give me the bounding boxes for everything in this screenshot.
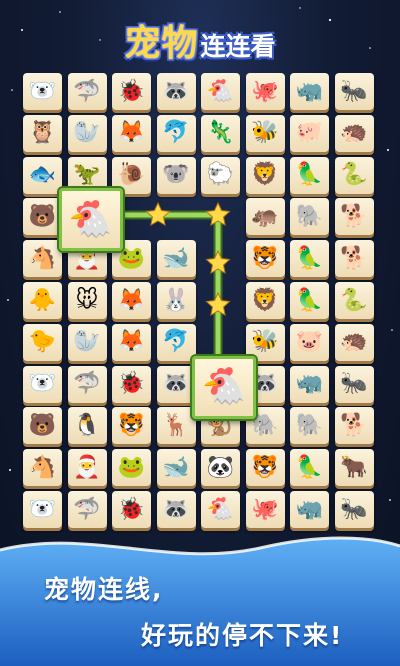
game-tile[interactable]: 🐕 — [334, 240, 374, 278]
game-tile[interactable]: 🐔 — [201, 491, 240, 528]
game-tile[interactable]: 🐸 — [112, 449, 151, 487]
game-tile[interactable]: 🐻 — [23, 198, 62, 236]
game-tile[interactable]: 🐼 — [201, 449, 240, 487]
title-main-text: 宠物 — [124, 23, 199, 64]
game-tile[interactable]: 🐂 — [334, 449, 374, 487]
game-tile[interactable]: 🐜 — [334, 73, 374, 110]
game-tile[interactable]: 🐔 — [201, 73, 240, 110]
game-tile[interactable]: 🐞 — [112, 365, 151, 403]
game-tile[interactable]: 🐷 — [290, 323, 329, 361]
game-board: 🐻‍❄️ 🦈 🐞 🦝 🐔 🐙 🦏 🐜 🦉 🦭 🦊 🐬 🦎 🐝 🐖 🦔 🐟 🦖 🐌 🐨 🐑 🦁 🦜 🐍 🐻 🐔 🦛 🐘 🐕 🐴 🎅 🐸 🐋 🐯 🦜 🐕 🐥… — [20, 71, 380, 531]
game-tile[interactable]: 🦈 — [67, 365, 107, 403]
title-sub-text: 连连看 — [200, 32, 276, 61]
game-tile[interactable]: 🐋 — [156, 449, 196, 487]
game-tile[interactable]: 🦔 — [334, 323, 374, 361]
game-tile[interactable]: 🦊 — [112, 114, 151, 152]
game-tile[interactable]: 🐻 — [23, 407, 62, 445]
game-tile[interactable]: 🐟 — [23, 156, 62, 194]
game-tile[interactable]: 🐍 — [334, 156, 374, 194]
caption-line-1: 宠物连线, — [44, 575, 164, 604]
game-tile[interactable]: 🦜 — [290, 240, 329, 278]
game-tile[interactable]: 🐻‍❄️ — [23, 365, 62, 403]
game-tile[interactable]: 🐻‍❄️ — [23, 73, 62, 110]
game-tile[interactable]: 🐕 — [334, 198, 374, 236]
game-tile[interactable]: 🐧 — [67, 407, 107, 445]
game-tile[interactable]: 🐬 — [156, 323, 196, 361]
game-tile[interactable]: 🎅 — [67, 449, 107, 487]
game-tile[interactable]: 🐖 — [290, 114, 329, 152]
game-tile[interactable]: 🦏 — [290, 73, 329, 110]
game-tile[interactable]: 🐰 — [156, 282, 196, 319]
game-tile[interactable]: 🐻‍❄️ — [23, 491, 62, 528]
game-tile[interactable]: 🐯 — [245, 449, 285, 487]
game-tile[interactable]: 🐍 — [334, 282, 374, 319]
selected-game-tile[interactable]: 🐔 — [58, 188, 123, 252]
game-tile[interactable]: 🐑 — [201, 156, 240, 194]
game-tile[interactable]: 🦭 — [67, 114, 107, 152]
game-tile[interactable]: 🐯 — [112, 407, 151, 445]
game-tile[interactable]: 🦭 — [67, 323, 107, 361]
game-tile[interactable]: 🦏 — [290, 491, 329, 528]
game-tile[interactable]: 🦜 — [290, 282, 329, 319]
game-tile[interactable]: 🐋 — [156, 240, 196, 278]
game-tile[interactable]: 🦈 — [67, 491, 107, 528]
game-tile[interactable]: 🦁 — [245, 156, 285, 194]
game-tile[interactable]: 🐭 — [67, 282, 107, 319]
game-tile[interactable]: 🐯 — [245, 240, 285, 278]
selected-game-tile[interactable]: 🐔 — [192, 355, 256, 419]
game-tile[interactable]: 🦊 — [112, 282, 151, 319]
game-tile[interactable]: 🐝 — [245, 114, 285, 152]
game-tile[interactable]: 🦝 — [156, 491, 196, 528]
game-tile[interactable]: 🦏 — [290, 365, 329, 403]
game-tile[interactable]: 🐙 — [245, 73, 285, 110]
game-tile[interactable]: 🦊 — [112, 323, 151, 361]
game-tile[interactable]: 🦔 — [334, 114, 374, 152]
game-tile[interactable]: 🐜 — [334, 365, 374, 403]
game-tile[interactable]: 🐬 — [156, 114, 196, 152]
game-tile[interactable]: 🦝 — [156, 73, 196, 110]
caption-line-2: 好玩的停不下来! — [141, 621, 344, 650]
game-tile[interactable]: 🦎 — [201, 114, 240, 152]
game-tile[interactable]: 🐞 — [112, 491, 151, 528]
game-tile[interactable]: 🐙 — [245, 491, 285, 528]
game-tile[interactable]: 🐘 — [290, 407, 329, 445]
game-tile[interactable]: 🐤 — [23, 323, 62, 361]
game-tile[interactable]: 🐜 — [334, 491, 374, 528]
game-tile[interactable]: 🐕 — [334, 407, 374, 445]
game-tile[interactable]: 🦉 — [23, 114, 62, 152]
game-tile[interactable]: 🦌 — [156, 407, 196, 445]
game-tile[interactable]: 🦛 — [245, 198, 285, 236]
game-tile[interactable]: 🦜 — [290, 449, 329, 487]
game-tile[interactable]: 🐴 — [23, 449, 62, 487]
game-title: 宠物连连看 — [0, 8, 400, 70]
game-tile[interactable]: 🐨 — [156, 156, 196, 194]
game-tile[interactable]: 🦜 — [290, 156, 329, 194]
game-tile[interactable]: 🐴 — [23, 240, 62, 278]
promo-caption: 宠物连线, 好玩的停不下来! — [0, 560, 400, 660]
game-tile[interactable]: 🐞 — [112, 73, 151, 110]
game-tile[interactable]: 🐘 — [290, 198, 329, 236]
game-tile[interactable]: 🦈 — [67, 73, 107, 110]
game-tile[interactable]: 🦁 — [245, 282, 285, 319]
game-tile[interactable]: 🐥 — [23, 282, 62, 319]
game-tile[interactable]: 🦝 — [156, 365, 196, 403]
